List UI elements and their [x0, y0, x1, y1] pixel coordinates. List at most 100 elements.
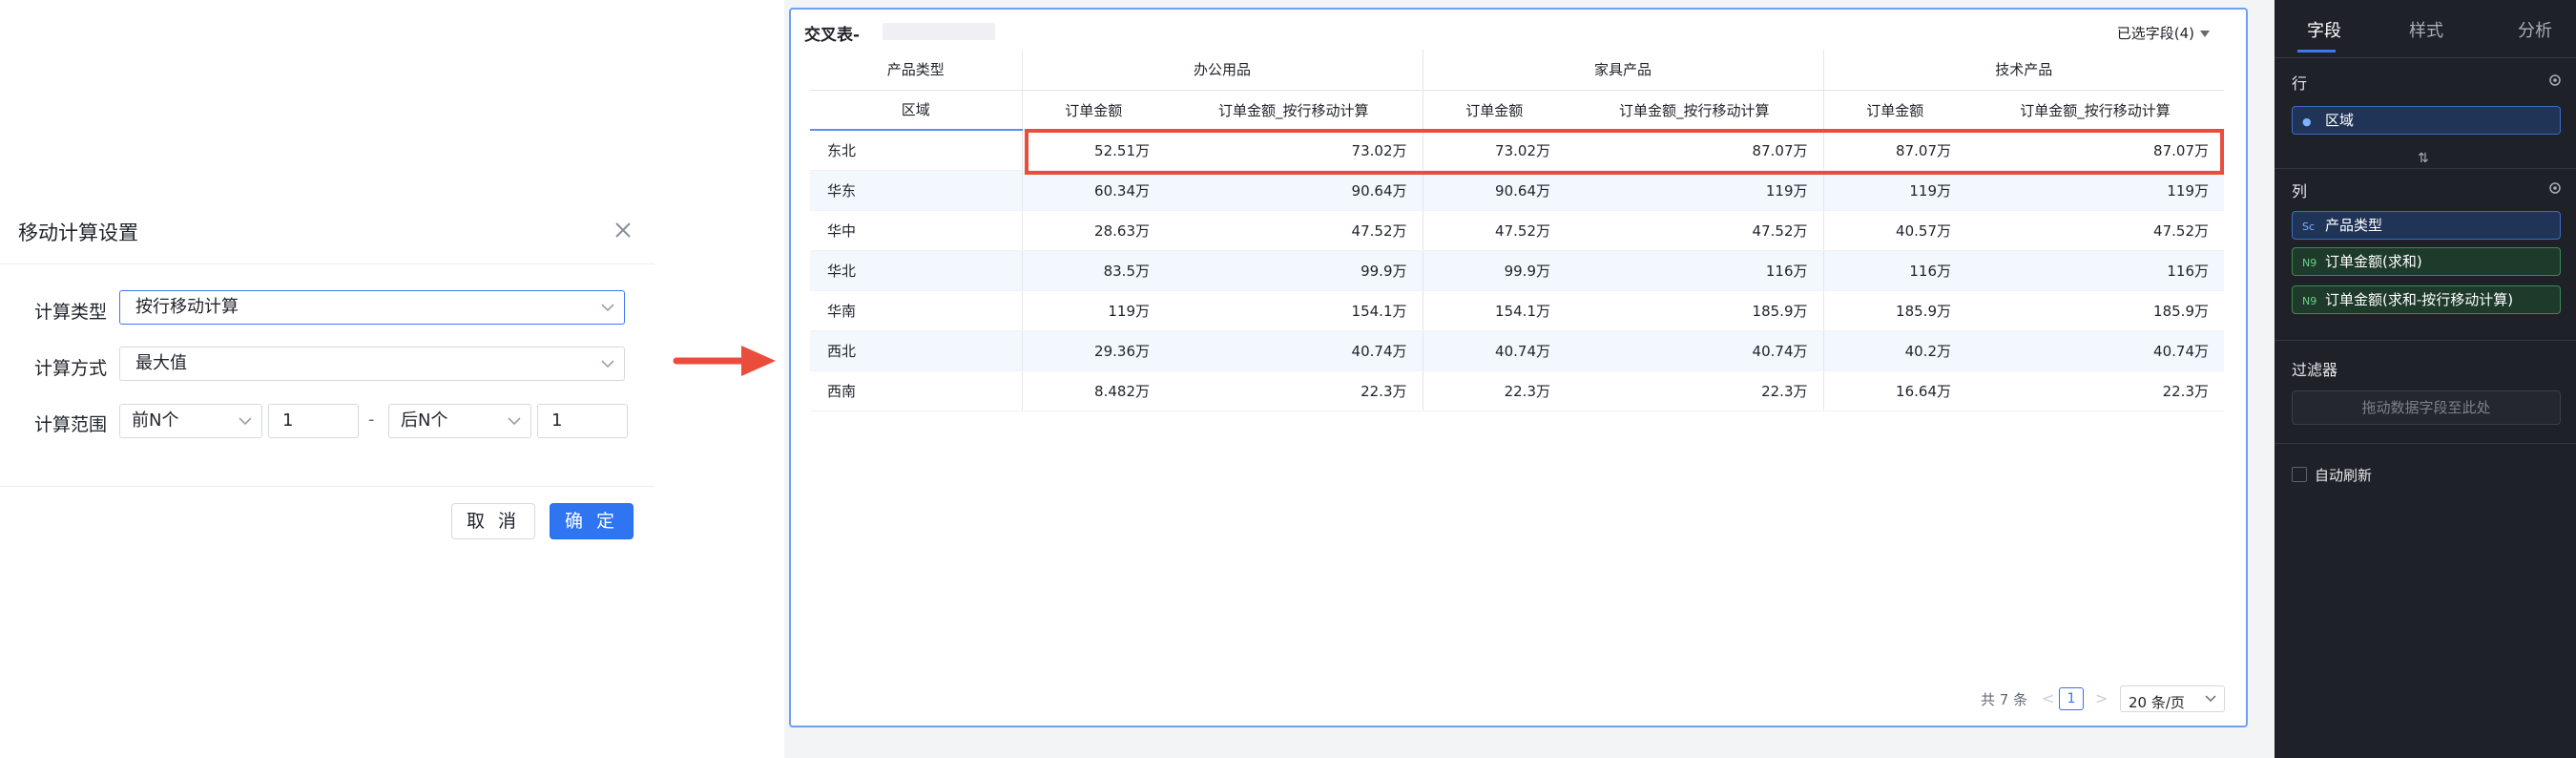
col-field-label: 订单金额(求和-按行移动计算) [2325, 291, 2514, 308]
measure-icon: N9 [2302, 257, 2317, 269]
value-cell: 185.9万 [1823, 290, 1966, 331]
chevron-down-icon [508, 417, 521, 426]
dimension-icon: Sc [2302, 221, 2316, 233]
chevron-down-icon [601, 304, 614, 312]
filter-dropzone[interactable]: 拖动数据字段至此处 [2292, 390, 2561, 425]
table-row: 华中 28.63万 47.52万 47.52万 47.52万 40.57万 47.52万 [810, 210, 2224, 251]
row-field-label: 区域 [2325, 112, 2355, 129]
dialog-title: 移动计算设置 [18, 221, 138, 244]
measure-header: 订单金额_按行移动计算 [1165, 90, 1423, 131]
range-start-select-value: 前N个 [132, 411, 179, 431]
col-field-label: 产品类型 [2325, 217, 2383, 234]
next-page-button[interactable]: > [2095, 689, 2108, 707]
range-start-input[interactable]: 1 [268, 404, 359, 438]
close-icon[interactable] [611, 218, 635, 242]
range-separator: - [368, 410, 375, 430]
row-area-cell: 华东 [810, 170, 1023, 211]
value-cell: 90.64万 [1165, 170, 1423, 211]
value-cell: 22.3万 [1165, 370, 1423, 411]
row-area-cell: 华南 [810, 290, 1023, 331]
cancel-button[interactable]: 取 消 [451, 503, 535, 539]
auto-refresh-checkbox[interactable] [2292, 467, 2307, 482]
table-row: 西南 8.482万 22.3万 22.3万 22.3万 16.64万 22.3万 [810, 370, 2224, 411]
section-divider [2275, 168, 2576, 169]
col-field-pill[interactable]: Sc 产品类型 [2292, 211, 2561, 240]
selected-fields-dropdown[interactable]: 已选字段(4) [2117, 23, 2210, 43]
measure-header: 订单金额 [1823, 90, 1966, 131]
row-field-pill[interactable]: ● 区域 [2292, 106, 2561, 135]
value-cell: 40.74万 [1566, 330, 1824, 371]
measure-header: 订单金额_按行移动计算 [1566, 90, 1824, 131]
value-cell: 119万 [1022, 290, 1165, 331]
value-cell: 87.07万 [1966, 130, 2224, 171]
panel-title: 交叉表- [804, 26, 861, 45]
tab-analysis[interactable]: 分析 [2518, 17, 2552, 42]
value-cell: 99.9万 [1165, 250, 1423, 291]
prev-page-button[interactable]: < [2042, 689, 2054, 707]
right-arrow-icon [673, 346, 776, 376]
gear-icon[interactable] [2547, 73, 2563, 88]
value-cell: 60.34万 [1022, 170, 1165, 211]
tabs-divider [2275, 57, 2576, 58]
calc-type-value: 按行移动计算 [135, 297, 239, 317]
range-end-select[interactable]: 后N个 [388, 404, 531, 438]
row-area-cell: 华北 [810, 250, 1023, 291]
active-tab-indicator [2297, 50, 2336, 53]
moving-calc-dialog: 移动计算设置 计算类型 按行移动计算 计算方式 最大值 计算范围 前N个 1 -… [0, 202, 654, 546]
calc-type-label: 计算类型 [34, 302, 108, 323]
value-cell: 47.52万 [1165, 210, 1423, 251]
value-cell: 83.5万 [1022, 250, 1165, 291]
value-cell: 87.07万 [1823, 130, 1966, 171]
rows-section-title: 行 [2292, 74, 2308, 93]
col-field-pill[interactable]: N9 订单金额(求和) [2292, 247, 2561, 276]
tab-fields[interactable]: 字段 [2307, 17, 2341, 42]
value-cell: 119万 [1823, 170, 1966, 211]
row-area-cell: 西南 [810, 370, 1023, 411]
value-cell: 40.74万 [1165, 330, 1423, 371]
chevron-down-icon [2205, 695, 2216, 703]
value-cell: 8.482万 [1022, 370, 1165, 411]
value-cell: 99.9万 [1423, 250, 1566, 291]
confirm-button[interactable]: 确 定 [550, 503, 634, 539]
value-cell: 185.9万 [1966, 290, 2224, 331]
value-cell: 28.63万 [1022, 210, 1165, 251]
value-cell: 22.3万 [1423, 370, 1566, 411]
row-dim-subheader: 区域 [810, 90, 1023, 131]
value-cell: 16.64万 [1823, 370, 1966, 411]
dialog-footer-divider [0, 486, 654, 487]
value-cell: 90.64万 [1423, 170, 1566, 211]
value-cell: 22.3万 [1966, 370, 2224, 411]
calc-range-label: 计算范围 [34, 414, 108, 435]
group-header: 家具产品 [1423, 50, 1824, 91]
measure-header: 订单金额_按行移动计算 [1966, 90, 2224, 131]
table-row: 华北 83.5万 99.9万 99.9万 116万 116万 116万 [810, 250, 2224, 291]
calc-method-select[interactable]: 最大值 [119, 347, 625, 381]
calc-method-value: 最大值 [135, 353, 187, 373]
section-divider [2275, 340, 2576, 341]
value-cell: 116万 [1566, 250, 1824, 291]
page-1-button[interactable]: 1 [2059, 687, 2084, 710]
value-cell: 22.3万 [1566, 370, 1824, 411]
value-cell: 40.74万 [1966, 330, 2224, 371]
table-row: 华南 119万 154.1万 154.1万 185.9万 185.9万 185.9万 [810, 290, 2224, 331]
value-cell: 47.52万 [1966, 210, 2224, 251]
range-start-select[interactable]: 前N个 [119, 404, 262, 438]
total-count: 共 7 条 [1981, 691, 2028, 708]
tab-style[interactable]: 样式 [2409, 17, 2443, 42]
redacted-title [883, 23, 995, 40]
col-field-label: 订单金额(求和) [2325, 253, 2422, 270]
gear-icon[interactable] [2547, 180, 2563, 196]
swap-rows-cols-icon[interactable]: ⇅ [2418, 151, 2429, 166]
calc-type-select[interactable]: 按行移动计算 [119, 290, 625, 325]
page-size-select[interactable]: 20 条/页 [2120, 685, 2225, 712]
value-cell: 73.02万 [1165, 130, 1423, 171]
value-cell: 52.51万 [1022, 130, 1165, 171]
col-field-pill[interactable]: N9 订单金额(求和-按行移动计算) [2292, 285, 2561, 314]
value-cell: 119万 [1966, 170, 2224, 211]
range-end-input[interactable]: 1 [537, 404, 628, 438]
chevron-down-icon [601, 360, 614, 368]
range-end-select-value: 后N个 [401, 411, 448, 431]
cols-section-title: 列 [2292, 182, 2308, 200]
auto-refresh-label: 自动刷新 [2315, 467, 2373, 484]
value-cell: 29.36万 [1022, 330, 1165, 371]
